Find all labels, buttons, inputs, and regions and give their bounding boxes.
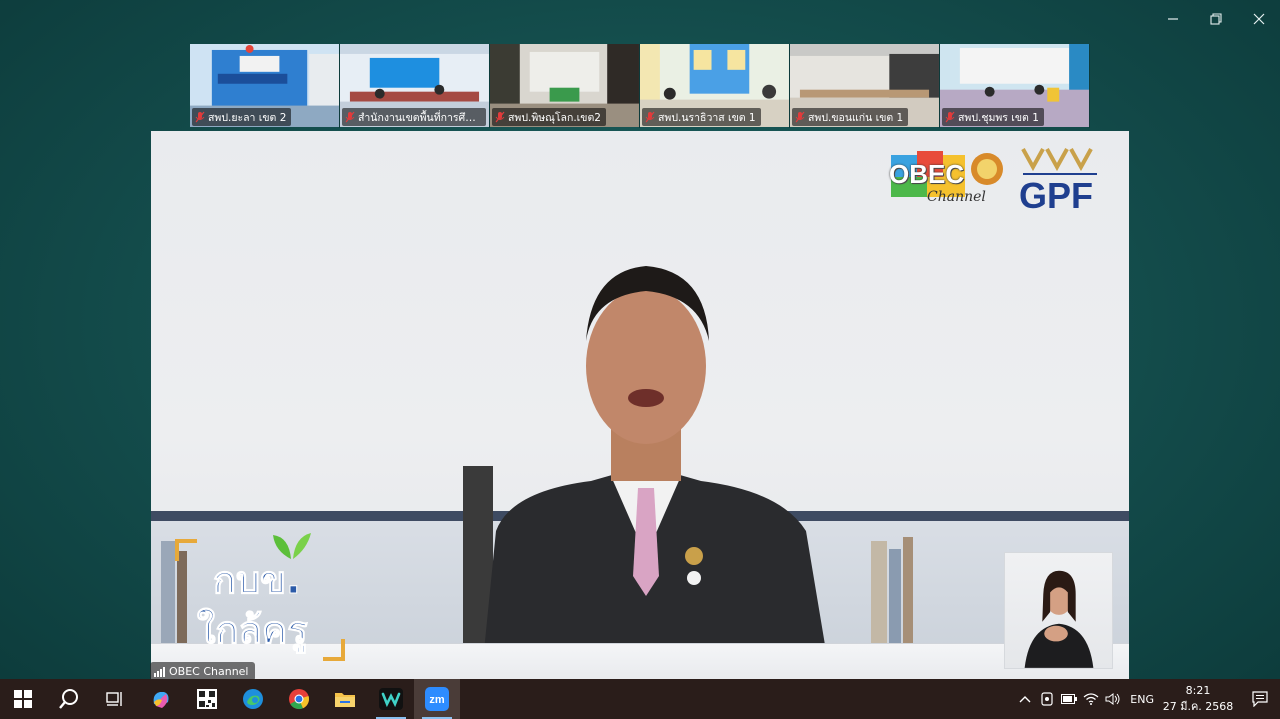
participant-tile[interactable]: สพป.นราธิวาส เขต 1: [640, 44, 790, 128]
restore-icon: [1209, 13, 1222, 25]
mic-muted-icon: [195, 111, 205, 123]
participant-name-label: สำนักงานเขตพื้นที่การศึก...: [342, 108, 486, 126]
participant-name: สพป.ชุมพร เขต 1: [958, 111, 1039, 124]
participant-tile[interactable]: สำนักงานเขตพื้นที่การศึก...: [340, 44, 490, 128]
participant-gallery: สพป.ยะลา เขต 2 สำนักงานเขตพื้นที่การศึก.…: [190, 44, 1090, 128]
chrome-button[interactable]: [276, 679, 322, 719]
obec-logo-text: OBEC: [889, 159, 965, 189]
participant-name-label: สพป.ชุมพร เขต 1: [942, 108, 1044, 126]
file-explorer-icon: [335, 693, 355, 707]
window-controls: [1151, 0, 1280, 38]
participant-name-label: สพป.ยะลา เขต 2: [192, 108, 292, 126]
participant-name-label: สพป.นราธิวาส เขต 1: [642, 108, 761, 126]
restore-button[interactable]: [1194, 0, 1237, 38]
start-button[interactable]: [0, 679, 46, 719]
title-bracket-bottom: [323, 639, 345, 661]
meet-now-icon: [1041, 692, 1053, 706]
volume-button[interactable]: [1102, 679, 1124, 719]
svg-text:zm: zm: [429, 694, 445, 706]
chevron-up-icon: [1019, 696, 1031, 703]
mic-muted-icon: [795, 111, 805, 123]
participant-name: สพป.นราธิวาส เขต 1: [658, 111, 756, 124]
participant-name-label: สพป.ขอนแก่น เขต 1: [792, 108, 909, 126]
mic-muted-icon: [945, 111, 955, 123]
qr-app-button[interactable]: [184, 679, 230, 719]
obec-logo-subtext: Channel: [927, 189, 986, 205]
mic-muted-icon: [645, 111, 655, 123]
participant-name: สพป.ขอนแก่น เขต 1: [808, 111, 904, 124]
start-icon: [14, 690, 32, 708]
search-icon: [59, 689, 78, 709]
webex-icon: [379, 688, 403, 710]
edge-button[interactable]: [230, 679, 276, 719]
signal-strength-icon: [154, 666, 165, 677]
participant-name: สำนักงานเขตพื้นที่การศึก...: [358, 111, 481, 124]
qr-app-icon: [197, 689, 217, 709]
network-button[interactable]: [1080, 679, 1102, 719]
participant-tile[interactable]: สพป.พิษณุโลก.เขต2: [490, 44, 640, 128]
battery-button[interactable]: [1058, 679, 1080, 719]
task-view-button[interactable]: [92, 679, 138, 719]
clock-time: 8:21: [1185, 684, 1211, 697]
participant-name: สพป.พิษณุโลก.เขต2: [508, 111, 601, 124]
mic-muted-icon: [345, 111, 355, 123]
volume-icon: [1105, 693, 1120, 705]
system-tray: ENG 8:21 27 มี.ค. 2568: [1014, 679, 1280, 719]
speaker-figure: [463, 266, 831, 681]
tray-app-button[interactable]: [1036, 679, 1058, 719]
show-title-line-2: ใกล้ครู: [197, 608, 309, 653]
zoom-button[interactable]: zm: [414, 679, 460, 719]
notification-icon: [1252, 691, 1268, 707]
interpreter-figure: [1024, 570, 1094, 668]
edge-icon: [243, 689, 263, 709]
close-icon: [1253, 13, 1264, 25]
file-explorer-button[interactable]: [322, 679, 368, 719]
mic-muted-icon: [495, 111, 505, 123]
battery-icon: [1061, 694, 1078, 704]
active-speaker-video[interactable]: OBEC Channel GPF กบข. ใกล้ครู: [151, 131, 1129, 681]
participant-tile[interactable]: สพป.ยะลา เขต 2: [190, 44, 340, 128]
notification-button[interactable]: [1240, 679, 1280, 719]
search-button[interactable]: [46, 679, 92, 719]
webex-button[interactable]: [368, 679, 414, 719]
taskbar: zm ENG 8:21 27 มี.ค. 2568: [0, 679, 1280, 719]
minimize-button[interactable]: [1151, 0, 1194, 38]
close-button[interactable]: [1237, 0, 1280, 38]
minimize-icon: [1167, 18, 1178, 20]
copilot-icon: [153, 692, 169, 708]
clock[interactable]: 8:21 27 มี.ค. 2568: [1162, 683, 1234, 715]
title-bracket-top: [175, 539, 197, 561]
input-language[interactable]: ENG: [1130, 693, 1154, 706]
participant-name-label: สพป.พิษณุโลก.เขต2: [492, 108, 606, 126]
sign-language-interpreter: [1004, 552, 1113, 669]
participant-tile[interactable]: สพป.ชุมพร เขต 1: [940, 44, 1090, 128]
zoom-icon: zm: [425, 687, 449, 711]
wifi-icon: [1083, 693, 1099, 705]
task-view-icon: [106, 692, 122, 706]
participant-name: สพป.ยะลา เขต 2: [208, 111, 287, 124]
chrome-icon: [289, 689, 309, 710]
copilot-button[interactable]: [138, 679, 184, 719]
participant-tile[interactable]: สพป.ขอนแก่น เขต 1: [790, 44, 940, 128]
clock-date: 27 มี.ค. 2568: [1162, 700, 1234, 713]
gpf-logo-text: GPF: [1019, 175, 1094, 216]
speaker-name: OBEC Channel: [169, 665, 249, 678]
show-hidden-icons-button[interactable]: [1014, 679, 1036, 719]
